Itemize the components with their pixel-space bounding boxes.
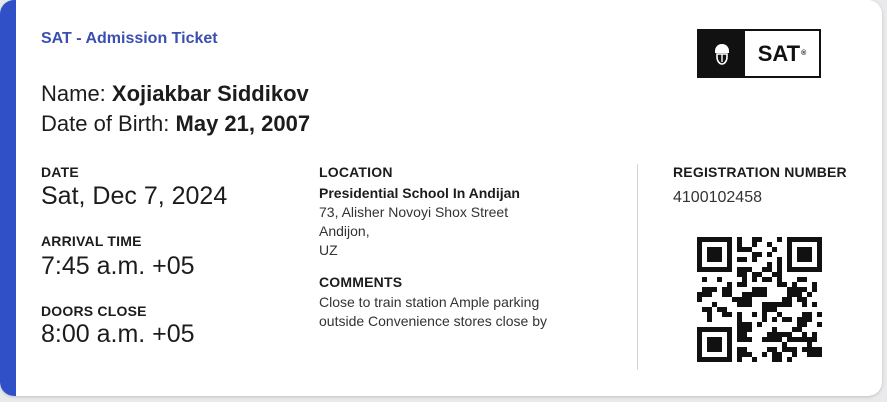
test-date: Sat, Dec 7, 2024 <box>41 182 228 210</box>
comments-label: COMMENTS <box>319 274 403 290</box>
date-label: DATE <box>41 164 79 180</box>
candidate-dob: May 21, 2007 <box>175 111 311 136</box>
dob-label: Date of Birth: <box>41 111 170 136</box>
registered-mark: ® <box>801 50 807 57</box>
ticket-title: SAT - Admission Ticket <box>41 30 218 47</box>
candidate-name: Xojiakbar Siddikov <box>111 81 309 106</box>
sat-logo: SAT ® <box>697 29 821 78</box>
doors-close-time: 8:00 a.m. +05 <box>41 320 195 348</box>
registration-number-label: REGISTRATION NUMBER <box>673 164 847 180</box>
location-street: 73, Alisher Novoyi Shox Street <box>319 204 509 220</box>
location-label: LOCATION <box>319 164 393 180</box>
ticket-accent-bar <box>0 0 16 396</box>
name-label: Name: <box>41 81 106 106</box>
location-address: Presidential School In Andijan 73, Alish… <box>319 184 520 260</box>
sat-logo-text: SAT ® <box>745 31 819 76</box>
comments-line: Close to train station Ample parking <box>319 294 540 310</box>
acorn-icon <box>699 31 745 76</box>
column-divider <box>637 164 638 370</box>
location-country: UZ <box>319 242 338 258</box>
location-city: Andijon, <box>319 223 370 239</box>
doors-close-label: DOORS CLOSE <box>41 303 147 319</box>
qr-code-icon <box>697 237 822 362</box>
candidate-name-row: Name: Xojiakbar Siddikov <box>41 81 309 107</box>
candidate-dob-row: Date of Birth: May 21, 2007 <box>41 111 310 137</box>
comments-line: outside Convenience stores close by <box>319 313 548 329</box>
arrival-time: 7:45 a.m. +05 <box>41 252 195 280</box>
sat-logo-wordmark: SAT <box>757 40 801 66</box>
arrival-time-label: ARRIVAL TIME <box>41 233 142 249</box>
comments-text: Close to train station Ample parking out… <box>319 293 547 331</box>
registration-number: 4100102458 <box>673 189 762 206</box>
location-name: Presidential School In Andijan <box>319 185 520 201</box>
admission-ticket: SAT - Admission Ticket Name: Xojiakbar S… <box>0 0 882 396</box>
